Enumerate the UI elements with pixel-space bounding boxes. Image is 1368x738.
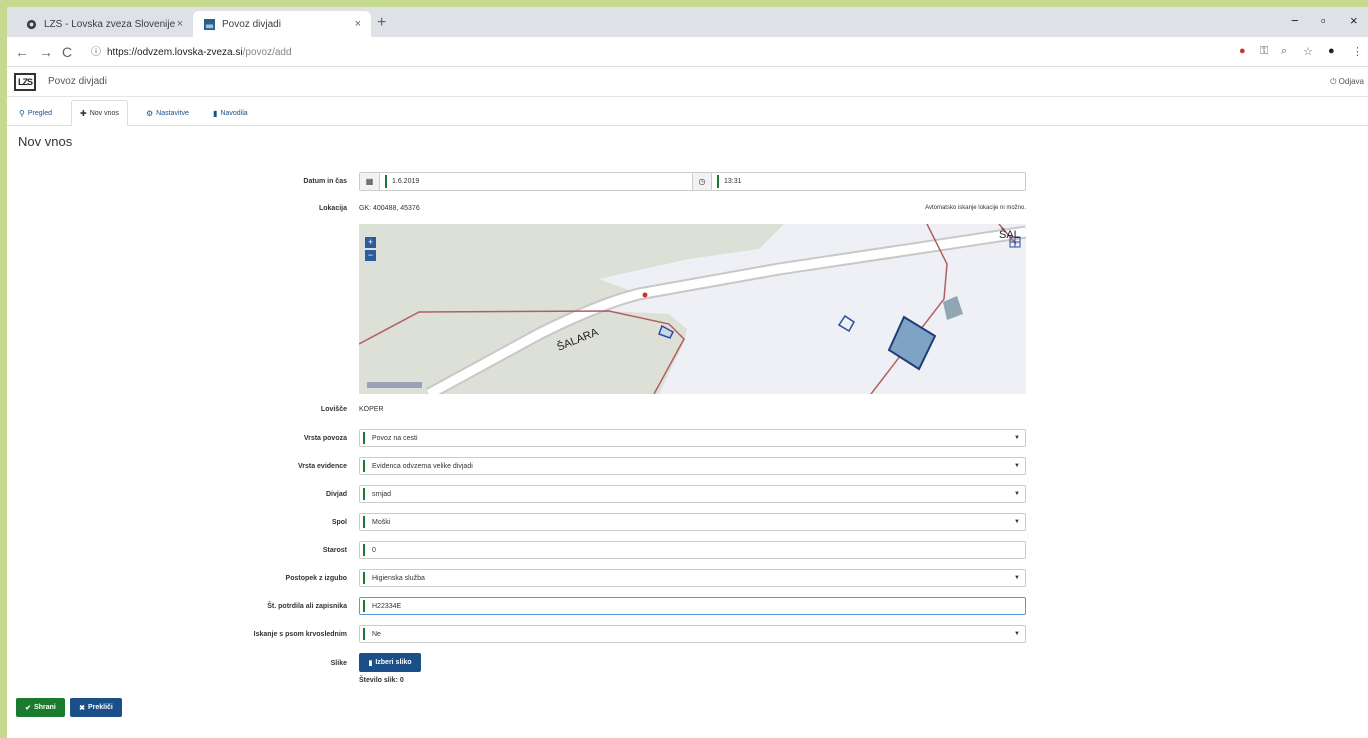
zoom-in-button[interactable]: + bbox=[365, 237, 376, 248]
extension-icon[interactable]: ● bbox=[1239, 45, 1246, 57]
images-label: Slike bbox=[330, 660, 347, 667]
time-input[interactable]: 13:31 bbox=[714, 173, 1024, 190]
game-label: Divjad bbox=[325, 491, 347, 498]
close-icon[interactable]: × bbox=[177, 18, 183, 30]
browser-window: LZS - Lovska zveza Slovenije × Povoz div… bbox=[7, 7, 1368, 738]
window-close-icon[interactable]: × bbox=[1350, 13, 1358, 28]
app-title: Povoz divjadi bbox=[48, 76, 107, 87]
address-toolbar: ← → C ⓘ https://odvzem.lovska-zveza.si/po… bbox=[7, 37, 1368, 67]
map-corner-label: ŠAL bbox=[999, 229, 1020, 241]
chevron-down-icon: ▼ bbox=[1014, 463, 1020, 469]
search-icon: ⚲ bbox=[19, 108, 25, 118]
logout-link[interactable]: ⏻ Odjava bbox=[1330, 77, 1364, 87]
menu-icon[interactable]: ⋮ bbox=[1352, 45, 1363, 58]
procedure-select[interactable]: Higienska služba ▼ bbox=[359, 569, 1026, 587]
file-icon: ▮ bbox=[368, 659, 373, 667]
reload-icon[interactable]: C bbox=[62, 44, 72, 60]
image-count: Število slik: 0 bbox=[359, 677, 404, 684]
image-icon bbox=[203, 18, 215, 30]
location-value: GK: 400488, 45376 bbox=[359, 205, 420, 212]
type-select[interactable]: Povoz na cesti ▼ bbox=[359, 429, 1026, 447]
chevron-down-icon: ▼ bbox=[1014, 519, 1020, 525]
close-icon: ✖ bbox=[79, 704, 85, 712]
search-dog-select[interactable]: Ne ▼ bbox=[359, 625, 1026, 643]
game-select[interactable]: srnjad ▼ bbox=[359, 485, 1026, 503]
search-label: Iskanje s psom krvoslednim bbox=[253, 631, 347, 638]
age-label: Starost bbox=[322, 547, 347, 554]
back-icon[interactable]: ← bbox=[15, 44, 29, 60]
type-label: Vrsta povoza bbox=[303, 435, 347, 442]
location-map[interactable]: ŠALARA ŠAL + − bbox=[359, 224, 1026, 394]
procedure-label: Postopek z izgubo bbox=[285, 575, 347, 582]
minimize-icon[interactable]: − bbox=[1291, 13, 1299, 28]
zoom-icon[interactable]: ⌕ bbox=[1281, 45, 1287, 58]
calendar-icon[interactable]: ▦ bbox=[360, 173, 380, 190]
location-label: Lokacija bbox=[318, 205, 347, 212]
hunting-ground-label: Lovišče bbox=[320, 406, 347, 413]
save-button[interactable]: ✔ Shrani bbox=[16, 698, 65, 717]
check-icon: ✔ bbox=[25, 704, 32, 712]
gear-icon: ⚙ bbox=[146, 108, 154, 118]
file-icon: ▮ bbox=[213, 108, 218, 118]
close-icon[interactable]: × bbox=[355, 18, 361, 30]
plus-icon: ✚ bbox=[80, 108, 87, 118]
page-title: Nov vnos bbox=[18, 134, 73, 149]
map-canvas bbox=[359, 224, 1026, 394]
clock-icon[interactable]: ◷ bbox=[692, 173, 712, 190]
tab-pregled[interactable]: ⚲ Pregled bbox=[11, 100, 60, 126]
sex-select[interactable]: Moški ▼ bbox=[359, 513, 1026, 531]
date-input[interactable]: 1.6.2019 bbox=[382, 173, 692, 190]
chevron-down-icon: ▼ bbox=[1014, 435, 1020, 441]
cancel-button[interactable]: ✖ Prekliči bbox=[70, 698, 122, 717]
new-tab-icon[interactable]: + bbox=[377, 14, 386, 32]
info-icon: ⓘ bbox=[91, 47, 101, 58]
browser-tab-povoz[interactable]: Povoz divjadi × bbox=[193, 11, 371, 37]
key-icon[interactable]: ⚿ bbox=[1260, 45, 1268, 58]
age-input[interactable]: 0 bbox=[359, 541, 1026, 559]
sex-label: Spol bbox=[331, 519, 347, 526]
nav-tabs: ⚲ Pregled ✚ Nov vnos ⚙ Nastavitve ▮ Navodila bbox=[7, 100, 1368, 126]
tab-nov-vnos[interactable]: ✚ Nov vnos bbox=[71, 100, 128, 126]
browser-tab-title: LZS - Lovska zveza Slovenije bbox=[44, 18, 176, 30]
hunting-ground-value: KOPER bbox=[359, 406, 384, 413]
browser-tab-title: Povoz divjadi bbox=[222, 18, 281, 30]
cert-label: Št. potrdila ali zapisnika bbox=[267, 603, 347, 610]
globe-icon bbox=[25, 18, 37, 30]
cert-input[interactable]: H22334E bbox=[359, 597, 1026, 615]
add-image-button[interactable]: ▮ Izberi sliko bbox=[359, 653, 421, 672]
datetime-label: Datum in čas bbox=[303, 178, 347, 185]
url-bar[interactable]: ⓘ https://odvzem.lovska-zveza.si/povoz/ad… bbox=[91, 43, 292, 58]
zoom-out-button[interactable]: − bbox=[365, 250, 376, 261]
star-icon[interactable]: ☆ bbox=[1303, 45, 1313, 58]
chevron-down-icon: ▼ bbox=[1014, 575, 1020, 581]
tab-strip: LZS - Lovska zveza Slovenije × Povoz div… bbox=[7, 7, 1368, 37]
browser-tab-lzs[interactable]: LZS - Lovska zveza Slovenije × bbox=[15, 11, 193, 37]
maximize-icon[interactable]: ▫ bbox=[1321, 13, 1326, 28]
app-header: LZS Povoz divjadi ⏻ Odjava bbox=[7, 67, 1368, 97]
chevron-down-icon: ▼ bbox=[1014, 631, 1020, 637]
profile-icon[interactable]: ● bbox=[1328, 45, 1335, 57]
datetime-group: ▦ 1.6.2019 ◷ 13:31 bbox=[359, 172, 1026, 191]
logo: LZS bbox=[14, 73, 36, 91]
tab-navodila[interactable]: ▮ Navodila bbox=[205, 100, 256, 126]
record-label: Vrsta evidence bbox=[297, 463, 347, 470]
forward-icon[interactable]: → bbox=[39, 44, 53, 60]
location-note: Avtomatsko iskanje lokacije ni možno. bbox=[925, 205, 1026, 211]
tab-nastavitve[interactable]: ⚙ Nastavitve bbox=[138, 100, 197, 126]
chevron-down-icon: ▼ bbox=[1014, 491, 1020, 497]
record-select[interactable]: Evidenca odvzema velike divjadi ▼ bbox=[359, 457, 1026, 475]
